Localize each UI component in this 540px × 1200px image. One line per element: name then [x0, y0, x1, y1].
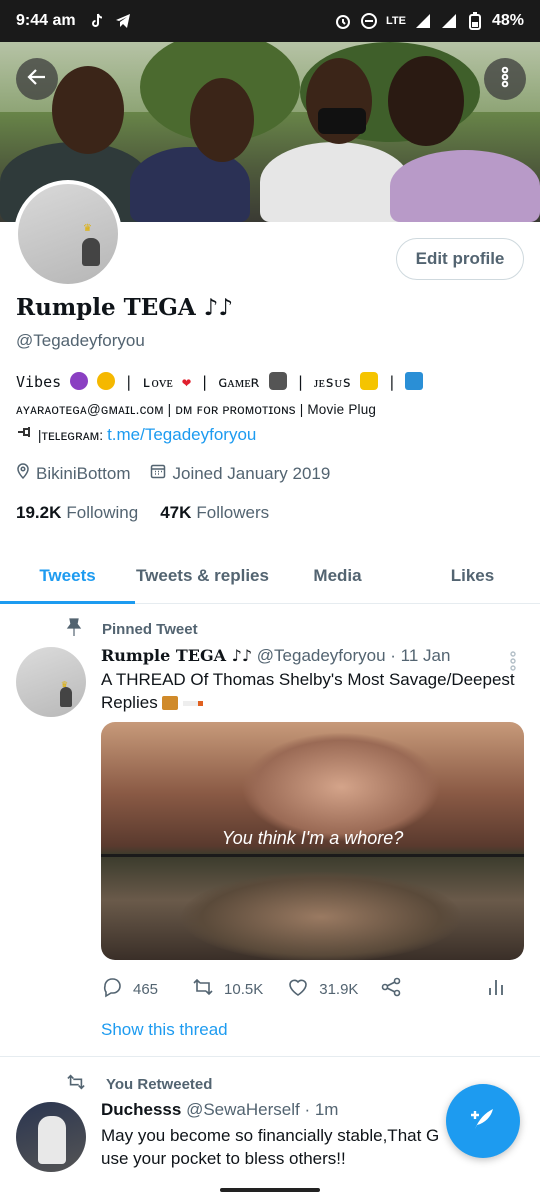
- tweet-avatar[interactable]: ♛: [16, 647, 86, 717]
- tab-media[interactable]: Media: [270, 548, 405, 603]
- tweet-author[interactable]: Rumple TEGA ♪♪: [101, 646, 252, 665]
- devil-emoji-icon: [70, 372, 89, 390]
- analytics-icon: [485, 976, 507, 1002]
- media-caption: You think I'm a whore?: [221, 828, 404, 848]
- inbox-emoji-icon: [405, 372, 424, 390]
- tweet-date: · 11 Jan: [390, 646, 451, 665]
- profile-tabs: Tweets Tweets & replies Media Likes: [0, 548, 540, 604]
- status-time: 9:44 am: [16, 12, 76, 29]
- retweet-body-line-2: use your pocket to bless others!!: [101, 1149, 346, 1168]
- reply-icon: [101, 976, 123, 1002]
- divider: [0, 1056, 540, 1057]
- followers-link[interactable]: 47K Followers: [160, 503, 269, 523]
- signal-2-icon: [440, 12, 458, 30]
- share-button[interactable]: [380, 976, 402, 1002]
- back-button[interactable]: [16, 58, 58, 100]
- reply-count: 465: [133, 980, 159, 998]
- like-count: 31.9K: [319, 980, 359, 998]
- heart-icon: [287, 976, 309, 1002]
- gamepad-emoji-icon: [268, 372, 287, 390]
- home-gesture-bar[interactable]: [220, 1188, 320, 1192]
- tiktok-icon: [88, 12, 106, 30]
- bio-text: |: [387, 373, 406, 391]
- more-options-button[interactable]: [484, 58, 526, 100]
- alarm-icon: [334, 12, 352, 30]
- tab-tweets-replies[interactable]: Tweets & replies: [135, 548, 270, 603]
- joined-date: Joined January 2019: [150, 463, 330, 484]
- joined-text: Joined January 2019: [172, 464, 331, 483]
- following-link[interactable]: 19.2K Following: [16, 503, 138, 523]
- followers-count: 47K: [160, 503, 192, 522]
- pinned-label: Pinned Tweet: [102, 620, 198, 638]
- telegram-icon: [114, 12, 132, 30]
- retweet-icon: [66, 1073, 86, 1095]
- tweet-media-image[interactable]: You think I'm a whore?: [101, 722, 524, 960]
- dnd-icon: [360, 12, 378, 30]
- pray-emoji-icon: [360, 372, 379, 390]
- location-text: BikiniBottom: [36, 464, 131, 483]
- battery-icon: [466, 12, 484, 30]
- location-icon: [16, 463, 30, 484]
- signal-icon: [414, 12, 432, 30]
- bio-line-1: Vibes | ʟᴏᴠᴇ ❤ | ɢᴀᴍᴇʀ | ᴊᴇsᴜs |: [16, 372, 526, 392]
- retweet-author[interactable]: Duchesss: [101, 1100, 181, 1119]
- retweet-author-avatar[interactable]: [16, 1102, 86, 1172]
- display-name: Rumple TEGA ♪♪: [16, 294, 234, 321]
- status-bar: 9:44 am LTE 48%: [0, 0, 540, 42]
- retweet-label: You Retweeted: [106, 1075, 213, 1093]
- retweet-handle: @SewaHerself: [186, 1100, 300, 1119]
- followers-label: Followers: [196, 503, 270, 522]
- vertical-dots-icon: [493, 65, 517, 94]
- plug-emoji-icon: [16, 427, 38, 443]
- following-label: Following: [66, 503, 139, 522]
- following-count: 19.2K: [16, 503, 62, 522]
- ok-hand-emoji-icon: [97, 372, 116, 390]
- cigarette-emoji-icon: [183, 701, 204, 706]
- reply-button[interactable]: 465: [101, 976, 158, 1002]
- tweet-text: A THREAD Of Thomas Shelby's Most Savage/…: [101, 668, 521, 714]
- heart-emoji-icon: ❤: [182, 373, 192, 391]
- bio-text: | ɢᴀᴍᴇʀ: [200, 373, 269, 391]
- retweet-button[interactable]: 10.5K: [192, 976, 263, 1002]
- system-nav-bar: [0, 1180, 540, 1200]
- bio-line-2: ᴀʏᴀʀᴀᴏᴛᴇɢᴀ@ɢᴍᴀɪʟ.ᴄᴏᴍ | ᴅᴍ ꜰᴏʀ ᴘʀᴏᴍᴏᴛɪᴏɴs…: [16, 402, 377, 417]
- show-thread-link[interactable]: Show this thread: [101, 1020, 228, 1040]
- bio-text: |ᴛᴇʟᴇɢʀᴀᴍ:: [37, 427, 104, 443]
- follow-stats: 19.2K Following 47K Followers: [16, 503, 269, 523]
- profile-meta: BikiniBottom Joined January 2019: [16, 463, 330, 484]
- compose-feather-icon: [467, 1103, 499, 1140]
- analytics-button[interactable]: [485, 976, 507, 1002]
- calendar-icon: [150, 463, 166, 484]
- profile-handle: @Tegadeyforyou: [16, 331, 145, 350]
- pinned-indicator: Pinned Tweet: [66, 618, 198, 640]
- like-button[interactable]: 31.9K: [287, 976, 358, 1002]
- location: BikiniBottom: [16, 463, 130, 484]
- tweet-header: Rumple TEGA ♪♪ @Tegadeyforyou · 11 Jan: [101, 646, 450, 666]
- telegram-link[interactable]: t.me/Tegadeyforyou: [107, 425, 256, 444]
- tab-tweets[interactable]: Tweets: [0, 548, 135, 604]
- arrow-left-icon: [25, 65, 49, 94]
- network-type: LTE: [386, 15, 406, 27]
- bio-text: | ʟᴏᴠᴇ: [124, 373, 183, 391]
- retweet-count: 10.5K: [224, 980, 264, 998]
- crown-icon: ♛: [83, 223, 92, 234]
- tab-likes[interactable]: Likes: [405, 548, 540, 603]
- battery-percent: 48%: [491, 12, 524, 29]
- bio-text: Vibes: [16, 373, 71, 391]
- retweet-header: Duchesss @SewaHerself · 1m: [101, 1100, 338, 1120]
- whiskey-emoji-icon: [162, 696, 179, 710]
- bio-line-3: |ᴛᴇʟᴇɢʀᴀᴍ: t.me/Tegadeyforyou: [16, 424, 526, 445]
- bio-text: | ᴊᴇsᴜs: [296, 373, 361, 391]
- compose-tweet-button[interactable]: [446, 1084, 520, 1158]
- profile-avatar[interactable]: ♛: [14, 180, 122, 288]
- tweet-handle: @Tegadeyforyou: [256, 646, 386, 665]
- retweet-indicator: You Retweeted: [66, 1073, 212, 1095]
- retweet-icon: [192, 976, 214, 1002]
- retweet-date: · 1m: [304, 1100, 339, 1119]
- pin-icon: [66, 618, 82, 640]
- share-icon: [380, 976, 402, 1002]
- edit-profile-button[interactable]: Edit profile: [396, 238, 524, 280]
- tweet-actions: 465 10.5K 31.9K: [101, 976, 521, 1002]
